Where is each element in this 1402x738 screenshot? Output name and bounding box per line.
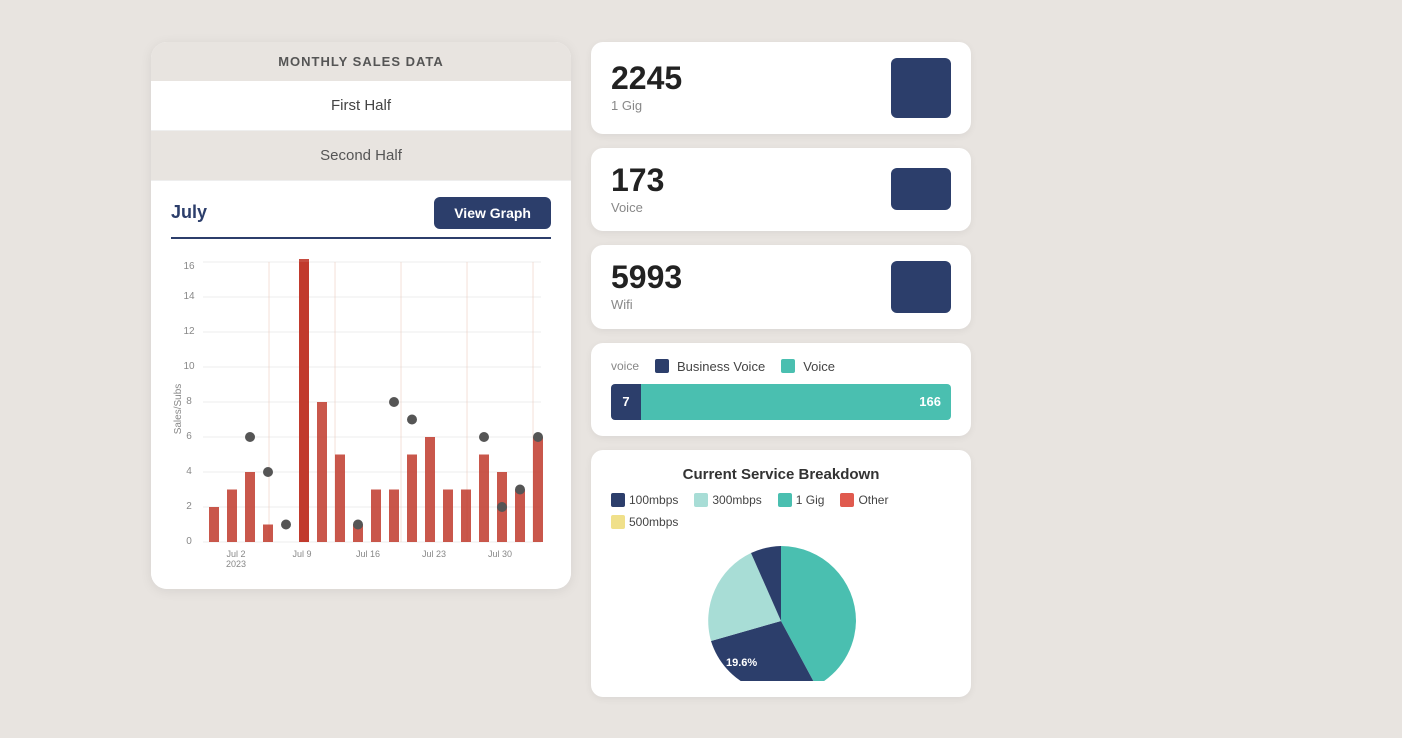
legend-500mbps: 500mbps xyxy=(611,515,678,529)
main-container: MONTHLY SALES DATA First Half Second Hal… xyxy=(151,42,1251,697)
stat-bar-gig xyxy=(891,58,951,118)
voice-title: voice xyxy=(611,359,639,373)
first-half-tab[interactable]: First Half xyxy=(151,81,571,131)
svg-text:19.6%: 19.6% xyxy=(726,657,757,669)
stat-card-wifi: 5993 Wifi xyxy=(591,245,971,329)
voice-biz-segment: 7 xyxy=(611,384,641,420)
svg-text:8: 8 xyxy=(186,396,192,407)
svg-text:6: 6 xyxy=(186,431,192,442)
panel-title: MONTHLY SALES DATA xyxy=(151,42,571,81)
swatch-300mbps xyxy=(694,493,708,507)
stat-card-gig: 2245 1 Gig xyxy=(591,42,971,134)
svg-text:0: 0 xyxy=(186,536,192,547)
business-voice-label: Business Voice xyxy=(677,359,765,374)
legend-300mbps: 300mbps xyxy=(694,493,761,507)
svg-text:Jul 16: Jul 16 xyxy=(356,549,380,559)
swatch-other xyxy=(840,493,854,507)
pie-chart: 19.6% xyxy=(671,541,891,681)
svg-text:Jul 30: Jul 30 xyxy=(488,549,512,559)
chart-month: July xyxy=(171,202,207,223)
svg-text:Jul 2: Jul 2 xyxy=(226,549,245,559)
svg-text:4: 4 xyxy=(186,466,192,477)
legend-other: Other xyxy=(840,493,888,507)
legend-voice: Voice xyxy=(781,359,835,374)
stat-card-voice: 173 Voice xyxy=(591,148,971,231)
stat-label-gig: 1 Gig xyxy=(611,98,682,113)
svg-text:Sales/Subs: Sales/Subs xyxy=(173,383,184,434)
stat-bar-voice xyxy=(891,168,951,210)
voice-stacked-bar: 7 166 xyxy=(611,384,951,420)
breakdown-title: Current Service Breakdown xyxy=(611,466,951,483)
chart-area: 0 2 4 6 8 10 12 14 16 Sales/Subs xyxy=(171,249,551,569)
chart-section: July View Graph 0 2 4 6 8 10 12 14 16 xyxy=(151,181,571,589)
stat-number-wifi: 5993 xyxy=(611,261,682,293)
stat-info-voice: 173 Voice xyxy=(611,164,664,215)
stat-number-gig: 2245 xyxy=(611,62,682,94)
svg-text:2: 2 xyxy=(186,501,192,512)
service-breakdown-card: Current Service Breakdown 100mbps 300mbp… xyxy=(591,450,971,697)
voice-legend: voice Business Voice Voice xyxy=(611,359,951,374)
stat-info-gig: 2245 1 Gig xyxy=(611,62,682,113)
svg-text:10: 10 xyxy=(183,361,195,372)
left-panel: MONTHLY SALES DATA First Half Second Hal… xyxy=(151,42,571,589)
swatch-500mbps xyxy=(611,515,625,529)
voice-breakdown-card: voice Business Voice Voice 7 166 xyxy=(591,343,971,436)
stat-number-voice: 173 xyxy=(611,164,664,196)
second-half-tab[interactable]: Second Half xyxy=(151,131,571,181)
business-voice-dot xyxy=(655,359,669,373)
view-graph-button[interactable]: View Graph xyxy=(434,197,551,229)
legend-1gig: 1 Gig xyxy=(778,493,825,507)
chart-header: July View Graph xyxy=(171,197,551,229)
voice-reg-segment: 166 xyxy=(641,384,951,420)
legend-100mbps: 100mbps xyxy=(611,493,678,507)
stat-bar-wifi xyxy=(891,261,951,313)
bar-chart: 0 2 4 6 8 10 12 14 16 Sales/Subs xyxy=(171,249,551,569)
svg-text:12: 12 xyxy=(183,326,195,337)
svg-text:16: 16 xyxy=(183,261,195,272)
chart-divider xyxy=(171,237,551,239)
stat-label-voice: Voice xyxy=(611,200,664,215)
svg-text:2023: 2023 xyxy=(226,559,246,569)
pie-container: 19.6% xyxy=(611,541,951,681)
legend-business-voice: Business Voice xyxy=(655,359,765,374)
svg-text:Jul 9: Jul 9 xyxy=(292,549,311,559)
stat-info-wifi: 5993 Wifi xyxy=(611,261,682,312)
stat-label-wifi: Wifi xyxy=(611,297,682,312)
swatch-100mbps xyxy=(611,493,625,507)
svg-text:14: 14 xyxy=(183,291,195,302)
swatch-1gig xyxy=(778,493,792,507)
breakdown-legend: 100mbps 300mbps 1 Gig Other 500mbps xyxy=(611,493,951,529)
right-panel: 2245 1 Gig 173 Voice 5993 Wifi voice xyxy=(591,42,971,697)
voice-dot xyxy=(781,359,795,373)
svg-text:Jul 23: Jul 23 xyxy=(422,549,446,559)
voice-label: Voice xyxy=(803,359,835,374)
